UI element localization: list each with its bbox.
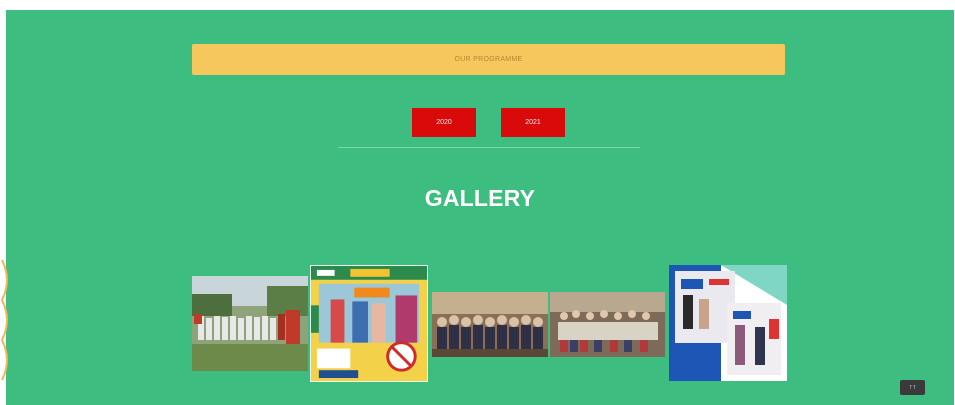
gallery-title: GALLERY — [424, 185, 536, 211]
group-outdoor-image — [192, 276, 308, 371]
presentation-collage-image — [669, 265, 787, 381]
our-programme-label: OUR PROGRAMME — [454, 56, 523, 63]
our-programme-bar[interactable]: OUR PROGRAMME — [192, 44, 785, 75]
divider — [338, 147, 640, 148]
gallery-photo-group-indoor[interactable] — [432, 292, 548, 357]
left-edge-decoration — [0, 259, 8, 381]
back-to-top-button[interactable]: ↑↑ — [900, 380, 925, 395]
poster-image — [311, 266, 427, 381]
back-to-top-label: ↑↑ — [909, 384, 916, 391]
year-2021-label: 2021 — [525, 119, 541, 126]
gallery-photo-poster[interactable] — [310, 265, 428, 382]
group-indoor-image — [432, 292, 548, 357]
page-frame: OUR PROGRAMME 2020 2021 GALLERY — [6, 10, 954, 405]
gallery-photo-group-outdoor[interactable] — [192, 276, 308, 371]
year-2020-button[interactable]: 2020 — [412, 108, 476, 137]
year-2021-button[interactable]: 2021 — [501, 108, 565, 137]
gallery-photo-presentation-collage[interactable] — [669, 265, 787, 381]
conference-room-image — [550, 292, 665, 357]
year-2020-label: 2020 — [436, 119, 452, 126]
gallery-photo-conference-room[interactable] — [550, 292, 665, 357]
